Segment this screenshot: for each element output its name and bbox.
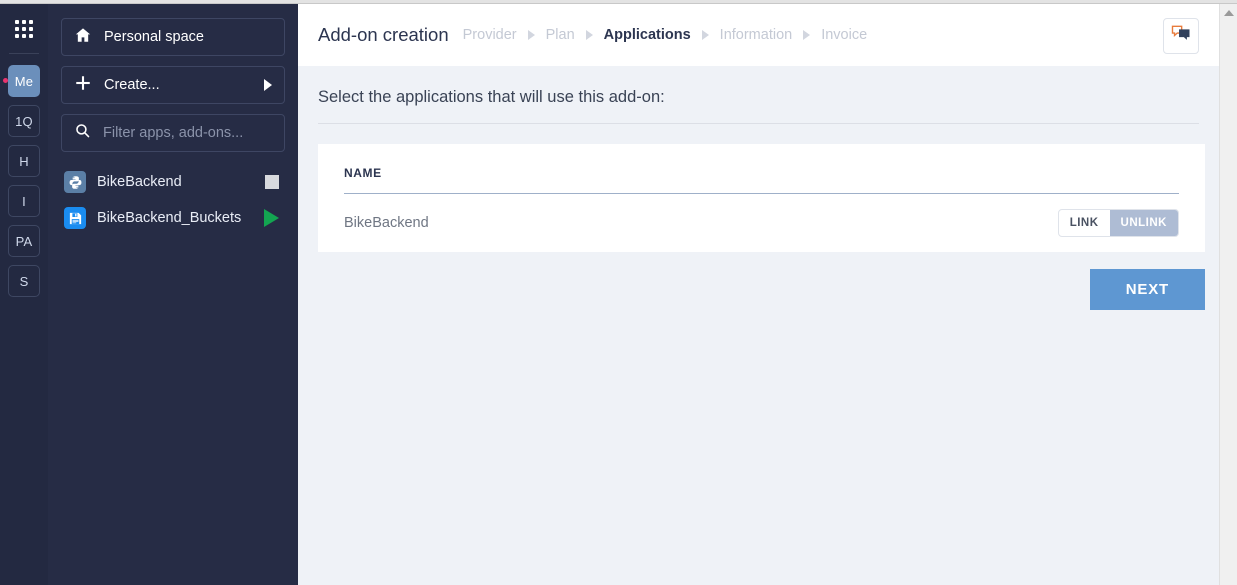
rail-badge-label: I xyxy=(22,193,26,209)
create-button[interactable]: Create... xyxy=(61,66,285,104)
page-title: Add-on creation xyxy=(318,24,449,45)
page-scrollbar[interactable] xyxy=(1219,4,1237,585)
rail-badge-label: Me xyxy=(14,73,34,89)
breadcrumb-step-plan[interactable]: Plan xyxy=(546,27,575,43)
app-root: Me 1Q H I PA S Personal space Create... … xyxy=(0,0,1237,585)
instruction-text: Select the applications that will use th… xyxy=(318,66,1199,124)
scroll-up-arrow-icon[interactable] xyxy=(1224,10,1234,16)
applications-card: NAME BikeBackend LINK UNLINK xyxy=(318,144,1205,252)
rail-badge-label: H xyxy=(19,153,29,169)
rail-badge-label: 1Q xyxy=(15,113,33,129)
breadcrumb-separator-icon xyxy=(527,30,535,40)
link-button[interactable]: LINK xyxy=(1059,210,1110,236)
python-icon xyxy=(64,171,86,193)
status-running-icon xyxy=(264,209,279,227)
breadcrumb-step-information[interactable]: Information xyxy=(720,27,793,43)
unlink-button[interactable]: UNLINK xyxy=(1109,210,1178,236)
list-item-bikebackend[interactable]: BikeBackend xyxy=(61,164,285,200)
rail-badge-label: PA xyxy=(15,233,33,249)
search-icon xyxy=(74,122,91,144)
table-column-header-name: NAME xyxy=(344,144,1179,194)
breadcrumb-separator-icon xyxy=(803,30,811,40)
rail-badge-s[interactable]: S xyxy=(8,265,40,297)
chat-support-button[interactable] xyxy=(1163,18,1199,54)
rail-badge-label: S xyxy=(19,273,29,289)
breadcrumb-step-provider[interactable]: Provider xyxy=(463,27,517,43)
table-row: BikeBackend LINK UNLINK xyxy=(344,194,1179,252)
caret-right-icon xyxy=(264,79,272,91)
notification-dot-icon xyxy=(3,78,8,83)
rail-badge-h[interactable]: H xyxy=(8,145,40,177)
breadcrumb-step-invoice[interactable]: Invoice xyxy=(821,27,867,43)
bucket-icon xyxy=(64,207,86,229)
sidebar: Personal space Create... Filter apps, ad… xyxy=(48,4,298,585)
organization-rail: Me 1Q H I PA S xyxy=(0,4,48,585)
list-item-bikebackend-buckets[interactable]: BikeBackend_Buckets xyxy=(61,200,285,236)
personal-space-button[interactable]: Personal space xyxy=(61,18,285,56)
app-name-label: BikeBackend xyxy=(97,174,182,190)
rail-divider xyxy=(9,53,39,54)
application-name-cell: BikeBackend xyxy=(344,215,429,231)
create-label: Create... xyxy=(104,77,160,93)
plus-icon xyxy=(74,74,92,96)
actions-bar: NEXT xyxy=(318,252,1205,310)
content: Select the applications that will use th… xyxy=(298,66,1219,310)
status-stopped-icon xyxy=(265,175,279,189)
app-name-label: BikeBackend_Buckets xyxy=(97,210,242,226)
search-input[interactable] xyxy=(103,125,272,141)
chat-bubbles-icon xyxy=(1171,25,1191,48)
rail-badge-i[interactable]: I xyxy=(8,185,40,217)
next-button[interactable]: NEXT xyxy=(1089,269,1205,310)
breadcrumb-step-applications[interactable]: Applications xyxy=(604,27,691,43)
breadcrumb-separator-icon xyxy=(585,30,593,40)
rail-badge-pa[interactable]: PA xyxy=(8,225,40,257)
breadcrumb-separator-icon xyxy=(701,30,709,40)
personal-space-label: Personal space xyxy=(104,29,204,45)
topbar: Add-on creation Provider Plan Applicatio… xyxy=(298,4,1219,66)
rail-badge-me[interactable]: Me xyxy=(3,65,40,97)
home-icon xyxy=(74,26,92,48)
grid-apps-icon[interactable] xyxy=(13,18,35,40)
main-region: Add-on creation Provider Plan Applicatio… xyxy=(298,4,1219,585)
rail-badge-1q[interactable]: 1Q xyxy=(8,105,40,137)
filter-apps-field[interactable] xyxy=(61,114,285,152)
link-unlink-toggle: LINK UNLINK xyxy=(1057,209,1179,237)
breadcrumb: Provider Plan Applications Information I… xyxy=(463,27,868,43)
